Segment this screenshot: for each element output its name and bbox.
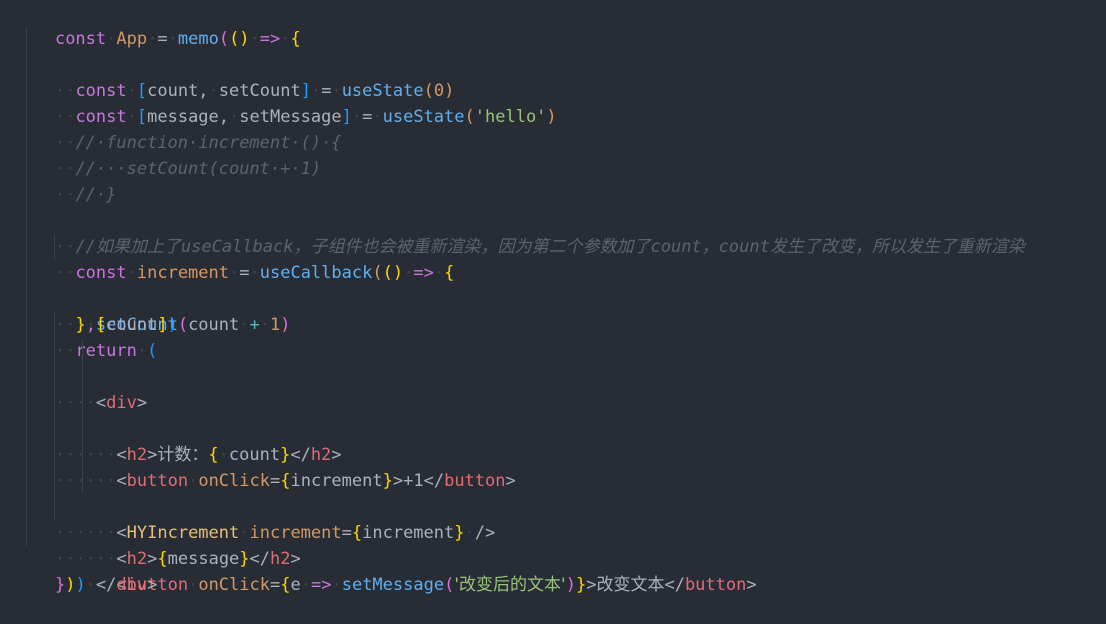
- code-line[interactable]: [0, 390, 1106, 416]
- code-line[interactable]: ··const·[message,·setMessage]·=·useState…: [0, 52, 1106, 127]
- indent-guide: [26, 442, 27, 468]
- indent-guide: [54, 338, 55, 364]
- indent-guide: [26, 260, 27, 286]
- code-line[interactable]: ····<div>: [0, 312, 1106, 413]
- indent-guide: [26, 52, 27, 78]
- indent-guide: [26, 208, 27, 234]
- indent-guide: [54, 234, 55, 260]
- indent-guide: [82, 468, 83, 494]
- code-line[interactable]: [0, 156, 1106, 182]
- indent-guide: [54, 390, 55, 416]
- indent-guide: [26, 234, 27, 260]
- code-line[interactable]: ······<h2>计数：{·count}</h2>: [0, 338, 1106, 465]
- code-line[interactable]: ······<h2>{message}</h2>: [0, 442, 1106, 569]
- code-line[interactable]: ··): [0, 520, 1106, 595]
- indent-guide: [54, 312, 55, 338]
- indent-guide: [26, 312, 27, 338]
- indent-guide: [26, 130, 27, 156]
- indent-guide: [54, 364, 55, 390]
- code-line[interactable]: ··//·function·increment·()·{: [0, 78, 1106, 153]
- code-line[interactable]: ··const·[count,·setCount]·=·useState(0): [0, 26, 1106, 101]
- indent-guide: [26, 364, 27, 390]
- code-line[interactable]: ····setCount(count·+·1): [0, 234, 1106, 335]
- indent-guide: [26, 26, 27, 52]
- code-line[interactable]: }): [0, 546, 1106, 595]
- indent-guide: [82, 416, 83, 442]
- indent-guide: [54, 442, 55, 468]
- indent-guide: [26, 416, 27, 442]
- indent-guide: [54, 494, 55, 520]
- indent-guide: [82, 338, 83, 364]
- code-line[interactable]: ····</div>: [0, 494, 1106, 595]
- code-line-content: }): [54, 575, 76, 595]
- indent-guide: [26, 104, 27, 130]
- code-line-content: ······<button·onClick={e·=>·setMessage('…: [54, 575, 757, 595]
- code-line[interactable]: ······<HYIncrement·increment={increment}…: [0, 416, 1106, 543]
- code-line[interactable]: ··return·(: [0, 286, 1106, 361]
- indent-guide: [26, 494, 27, 520]
- code-line[interactable]: ··//如果加上了useCallback，子组件也会被重新渲染，因为第二个参数加…: [0, 182, 1106, 257]
- indent-guide: [26, 156, 27, 182]
- indent-guide: [26, 390, 27, 416]
- indent-guide: [82, 390, 83, 416]
- indent-guide: [26, 286, 27, 312]
- code-line[interactable]: ······<button·onClick={increment}>+1</bu…: [0, 364, 1106, 491]
- indent-guide: [54, 468, 55, 494]
- indent-guide: [26, 338, 27, 364]
- code-line[interactable]: ··//···setCount(count·+·1): [0, 104, 1106, 179]
- code-line[interactable]: ··//·}: [0, 130, 1106, 205]
- indent-guide: [82, 364, 83, 390]
- indent-guide: [26, 182, 27, 208]
- code-editor-surface[interactable]: const·App·=·memo(()·=>·{ ··const·[count,…: [0, 0, 1106, 595]
- jsx-change-text-label: 改变文本: [596, 575, 665, 595]
- code-line[interactable]: const·App·=·memo(()·=>·{: [0, 0, 1106, 49]
- jsx-string-changed-text: '改变后的文本': [454, 575, 566, 595]
- code-line[interactable]: ······<button·onClick={e·=>·setMessage('…: [0, 468, 1106, 595]
- indent-guide: [26, 468, 27, 494]
- indent-guide: [26, 78, 27, 104]
- code-line[interactable]: ··const·increment·=·useCallback(()·=>·{: [0, 208, 1106, 283]
- code-line[interactable]: ··},[count]): [0, 260, 1106, 335]
- indent-guide: [82, 442, 83, 468]
- indent-guide: [26, 520, 27, 546]
- indent-guide: [54, 416, 55, 442]
